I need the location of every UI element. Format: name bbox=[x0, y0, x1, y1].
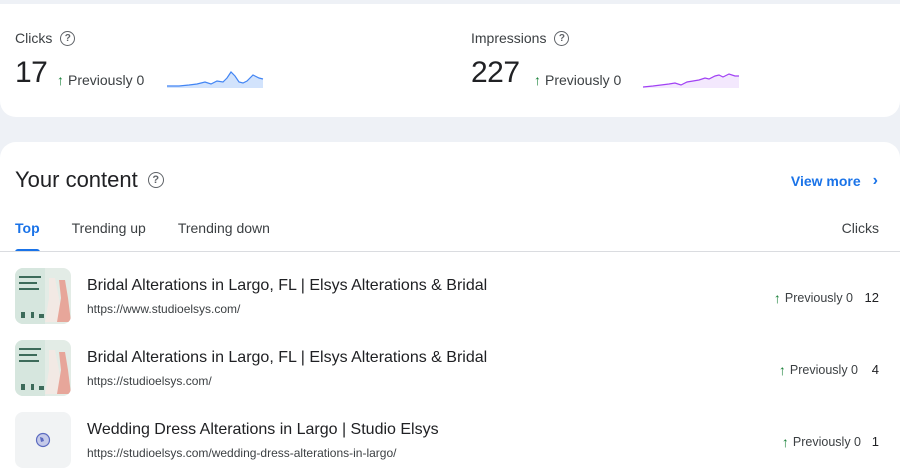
arrow-up-icon: ↑ bbox=[57, 72, 64, 88]
section-title: Your content bbox=[15, 167, 138, 192]
row-previous: Previously 0 bbox=[792, 435, 861, 449]
arrow-up-icon: ↑ bbox=[773, 290, 781, 306]
row-previous: Previously 0 bbox=[784, 291, 853, 305]
clicks-column-header: Clicks bbox=[841, 220, 879, 236]
row-url: https://www.studioelsys.com/ bbox=[87, 302, 241, 316]
globe-icon bbox=[35, 432, 51, 448]
impressions-previous: Previously 0 bbox=[545, 72, 622, 88]
section-header: Your content ? bbox=[15, 167, 164, 193]
row-clicks: 1 bbox=[871, 434, 879, 449]
view-more-link[interactable]: View more › bbox=[791, 172, 878, 190]
arrow-up-icon: ↑ bbox=[534, 72, 541, 88]
metrics-card: Clicks ? 17 ↑ Previously 0 Impressions ?… bbox=[0, 4, 900, 117]
content-tabs: Top Trending up Trending down bbox=[15, 220, 270, 252]
clicks-sparkline bbox=[167, 71, 264, 88]
row-title[interactable]: Bridal Alterations in Largo, FL | Elsys … bbox=[87, 277, 487, 295]
row-clicks: 12 bbox=[864, 290, 879, 305]
help-icon[interactable]: ? bbox=[147, 172, 164, 188]
clicks-label: Clicks bbox=[15, 30, 53, 46]
clicks-value: 17 bbox=[15, 56, 48, 89]
content-row[interactable]: Bridal Alterations in Largo, FL | Elsys … bbox=[0, 268, 900, 328]
tab-top[interactable]: Top bbox=[15, 220, 40, 252]
impressions-sparkline bbox=[643, 73, 739, 88]
row-previous: Previously 0 bbox=[789, 363, 858, 377]
page-thumbnail bbox=[15, 412, 71, 468]
clicks-previous: Previously 0 bbox=[68, 72, 145, 88]
help-icon[interactable]: ? bbox=[60, 30, 76, 46]
impressions-value: 227 bbox=[471, 56, 520, 89]
content-row[interactable]: Wedding Dress Alterations in Largo | Stu… bbox=[0, 412, 900, 472]
row-url: https://studioelsys.com/wedding-dress-al… bbox=[87, 446, 397, 460]
impressions-label: Impressions bbox=[471, 30, 547, 46]
arrow-up-icon: ↑ bbox=[778, 362, 786, 378]
arrow-up-icon: ↑ bbox=[781, 434, 789, 450]
row-url: https://studioelsys.com/ bbox=[87, 374, 212, 388]
chevron-right-icon: › bbox=[872, 172, 878, 189]
help-icon[interactable]: ? bbox=[554, 30, 570, 46]
row-title[interactable]: Wedding Dress Alterations in Largo | Stu… bbox=[87, 421, 439, 439]
tab-trending-up[interactable]: Trending up bbox=[72, 220, 146, 250]
tab-trending-down[interactable]: Trending down bbox=[178, 220, 270, 250]
bridal-thumbnail bbox=[15, 340, 71, 396]
bridal-thumbnail bbox=[15, 268, 71, 324]
row-title[interactable]: Bridal Alterations in Largo, FL | Elsys … bbox=[87, 349, 487, 367]
view-more-label: View more bbox=[790, 173, 861, 189]
content-row[interactable]: Bridal Alterations in Largo, FL | Elsys … bbox=[0, 340, 900, 400]
row-clicks: 4 bbox=[871, 362, 879, 377]
divider bbox=[0, 251, 900, 252]
